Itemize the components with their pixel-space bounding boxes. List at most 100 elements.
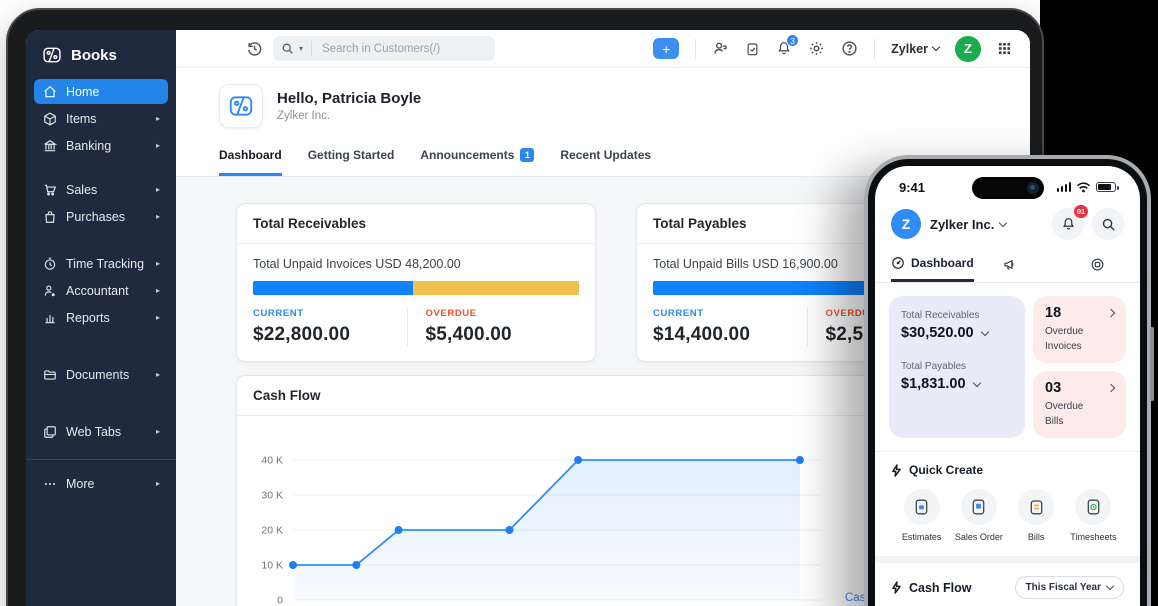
cash-flow-clipped-link[interactable]: Cas	[845, 592, 865, 604]
cart-icon	[42, 182, 57, 197]
quick-create-estimates[interactable]: Estimates	[893, 489, 950, 542]
sidebar-item-sales[interactable]: Sales ▸	[34, 177, 168, 202]
receivables-amount: $30,520.00	[901, 325, 974, 341]
phone-notification-badge: 01	[1074, 205, 1088, 218]
tab-announcements[interactable]: Announcements 1	[420, 148, 534, 176]
sidebar-item-web-tabs[interactable]: Web Tabs ▸	[34, 419, 168, 444]
submenu-arrow-icon: ▸	[156, 286, 160, 295]
sidebar-item-label: More	[66, 477, 94, 491]
quick-create-button[interactable]: +	[653, 38, 679, 59]
avatar-initial: Z	[902, 216, 911, 232]
page: Books Home Items ▸ Banking ▸	[0, 0, 1158, 606]
org-name: Zylker	[891, 42, 928, 56]
help-icon[interactable]	[841, 40, 858, 57]
sidebar-item-more[interactable]: More ▸	[34, 471, 168, 496]
tab-getting-started[interactable]: Getting Started	[308, 148, 395, 176]
org-switcher[interactable]: Zylker	[891, 42, 939, 56]
svg-text:0: 0	[277, 595, 283, 606]
tab-recent-updates[interactable]: Recent Updates	[560, 148, 651, 176]
quick-create-sales-order[interactable]: Sales Order	[950, 489, 1007, 542]
sidebar-item-label: Banking	[66, 139, 111, 153]
overdue-invoices-card[interactable]: 18 Overdue Invoices	[1033, 296, 1126, 363]
tab-label: Recent Updates	[560, 148, 651, 162]
overdue-bills-card[interactable]: 03 Overdue Bills	[1033, 371, 1126, 438]
current-amount: $22,800.00	[253, 324, 407, 346]
phone-receivables[interactable]: Total Receivables $30,520.00	[889, 300, 1025, 351]
phone-cash-flow-title: Cash Flow	[909, 581, 972, 595]
home-icon	[42, 84, 57, 99]
fiscal-year-filter[interactable]: This Fiscal Year	[1015, 576, 1124, 599]
status-time: 9:41	[899, 180, 925, 195]
overdue-invoices-label: Overdue Invoices	[1045, 325, 1101, 354]
org-circle-icon[interactable]	[1090, 257, 1105, 281]
sidebar-item-purchases[interactable]: Purchases ▸	[34, 204, 168, 229]
topbar-divider	[874, 39, 875, 59]
phone-search-button[interactable]	[1092, 208, 1124, 240]
app-logo-label: Books	[71, 47, 117, 64]
fiscal-year-label: This Fiscal Year	[1026, 582, 1101, 593]
signal-icon	[1057, 182, 1072, 192]
svg-text:40 K: 40 K	[261, 455, 283, 467]
cash-flow-card: Cash Flow 40 K30 K20 K10 K0 Cas	[236, 375, 936, 606]
referral-icon[interactable]	[712, 40, 729, 57]
sidebar-item-reports[interactable]: Reports ▸	[34, 305, 168, 330]
notifications-bell-icon[interactable]: 3	[776, 40, 792, 57]
quick-create-label: Estimates	[902, 532, 942, 542]
sidebar-item-label: Sales	[66, 183, 97, 197]
search-scope-caret-icon[interactable]: ▾	[299, 44, 303, 53]
subscription-icon[interactable]	[745, 41, 760, 57]
search-input[interactable]	[320, 42, 470, 56]
sidebar-item-label: Home	[66, 85, 99, 99]
org-logo	[219, 84, 263, 128]
timesheets-doc-icon	[1086, 499, 1101, 515]
phone-announcements-icon[interactable]	[1002, 257, 1018, 281]
sidebar-item-label: Accountant	[66, 284, 129, 298]
sidebar-item-label: Time Tracking	[66, 257, 144, 271]
tab-label: Dashboard	[219, 148, 282, 162]
phone-tab-dashboard[interactable]: Dashboard	[891, 256, 974, 282]
phone-org-name: Zylker Inc.	[930, 217, 994, 232]
recent-activity-icon[interactable]	[246, 40, 263, 57]
search-icon	[281, 42, 294, 55]
cashflow-chart-svg: 40 K30 K20 K10 K0	[243, 428, 843, 606]
sidebar-item-accountant[interactable]: Accountant ▸	[34, 278, 168, 303]
battery-icon	[1096, 182, 1116, 192]
sidebar-item-time-tracking[interactable]: Time Tracking ▸	[34, 251, 168, 276]
phone-tab-label: Dashboard	[911, 256, 974, 270]
receivables-progress-bar	[253, 281, 579, 295]
quick-create-timesheets[interactable]: Timesheets	[1065, 489, 1122, 542]
payables-label: Total Payables	[901, 361, 1013, 372]
reports-icon	[42, 310, 57, 325]
sidebar-item-items[interactable]: Items ▸	[34, 106, 168, 131]
sidebar-item-label: Reports	[66, 311, 110, 325]
sidebar: Books Home Items ▸ Banking ▸	[26, 30, 176, 606]
user-avatar[interactable]: Z	[955, 36, 981, 62]
global-search[interactable]: ▾	[273, 36, 495, 61]
chevron-down-icon	[1106, 582, 1114, 590]
settings-gear-icon[interactable]	[808, 40, 825, 57]
topbar-divider	[695, 39, 696, 59]
apps-grid-icon[interactable]	[997, 41, 1012, 56]
phone-notifications-button[interactable]: 01	[1052, 208, 1084, 240]
estimates-doc-icon	[914, 499, 929, 515]
payables-amount: $1,831.00	[901, 376, 966, 392]
total-receivables-card: Total Receivables Total Unpaid Invoices …	[236, 203, 596, 362]
sidebar-item-banking[interactable]: Banking ▸	[34, 133, 168, 158]
quick-create-bills[interactable]: Bills	[1008, 489, 1065, 542]
current-amount: $14,400.00	[653, 324, 807, 346]
overdue-invoices-count: 18	[1045, 305, 1114, 321]
sidebar-item-documents[interactable]: Documents ▸	[34, 362, 168, 387]
tab-dashboard[interactable]: Dashboard	[219, 148, 282, 176]
clock-icon	[42, 256, 57, 271]
avatar-initial: Z	[964, 41, 972, 56]
submenu-arrow-icon: ▸	[156, 313, 160, 322]
speedometer-icon	[891, 256, 905, 270]
quick-create-title: Quick Create	[909, 463, 983, 477]
phone-payables[interactable]: Total Payables $1,831.00	[889, 351, 1025, 402]
webtabs-icon	[42, 424, 57, 439]
quick-create-section: Quick Create Estimates Sales Order Bills	[875, 452, 1140, 556]
phone-org-switcher[interactable]: Zylker Inc.	[930, 217, 1006, 232]
sidebar-item-home[interactable]: Home	[34, 79, 168, 104]
submenu-arrow-icon: ▸	[156, 212, 160, 221]
phone-org-avatar[interactable]: Z	[891, 209, 921, 239]
